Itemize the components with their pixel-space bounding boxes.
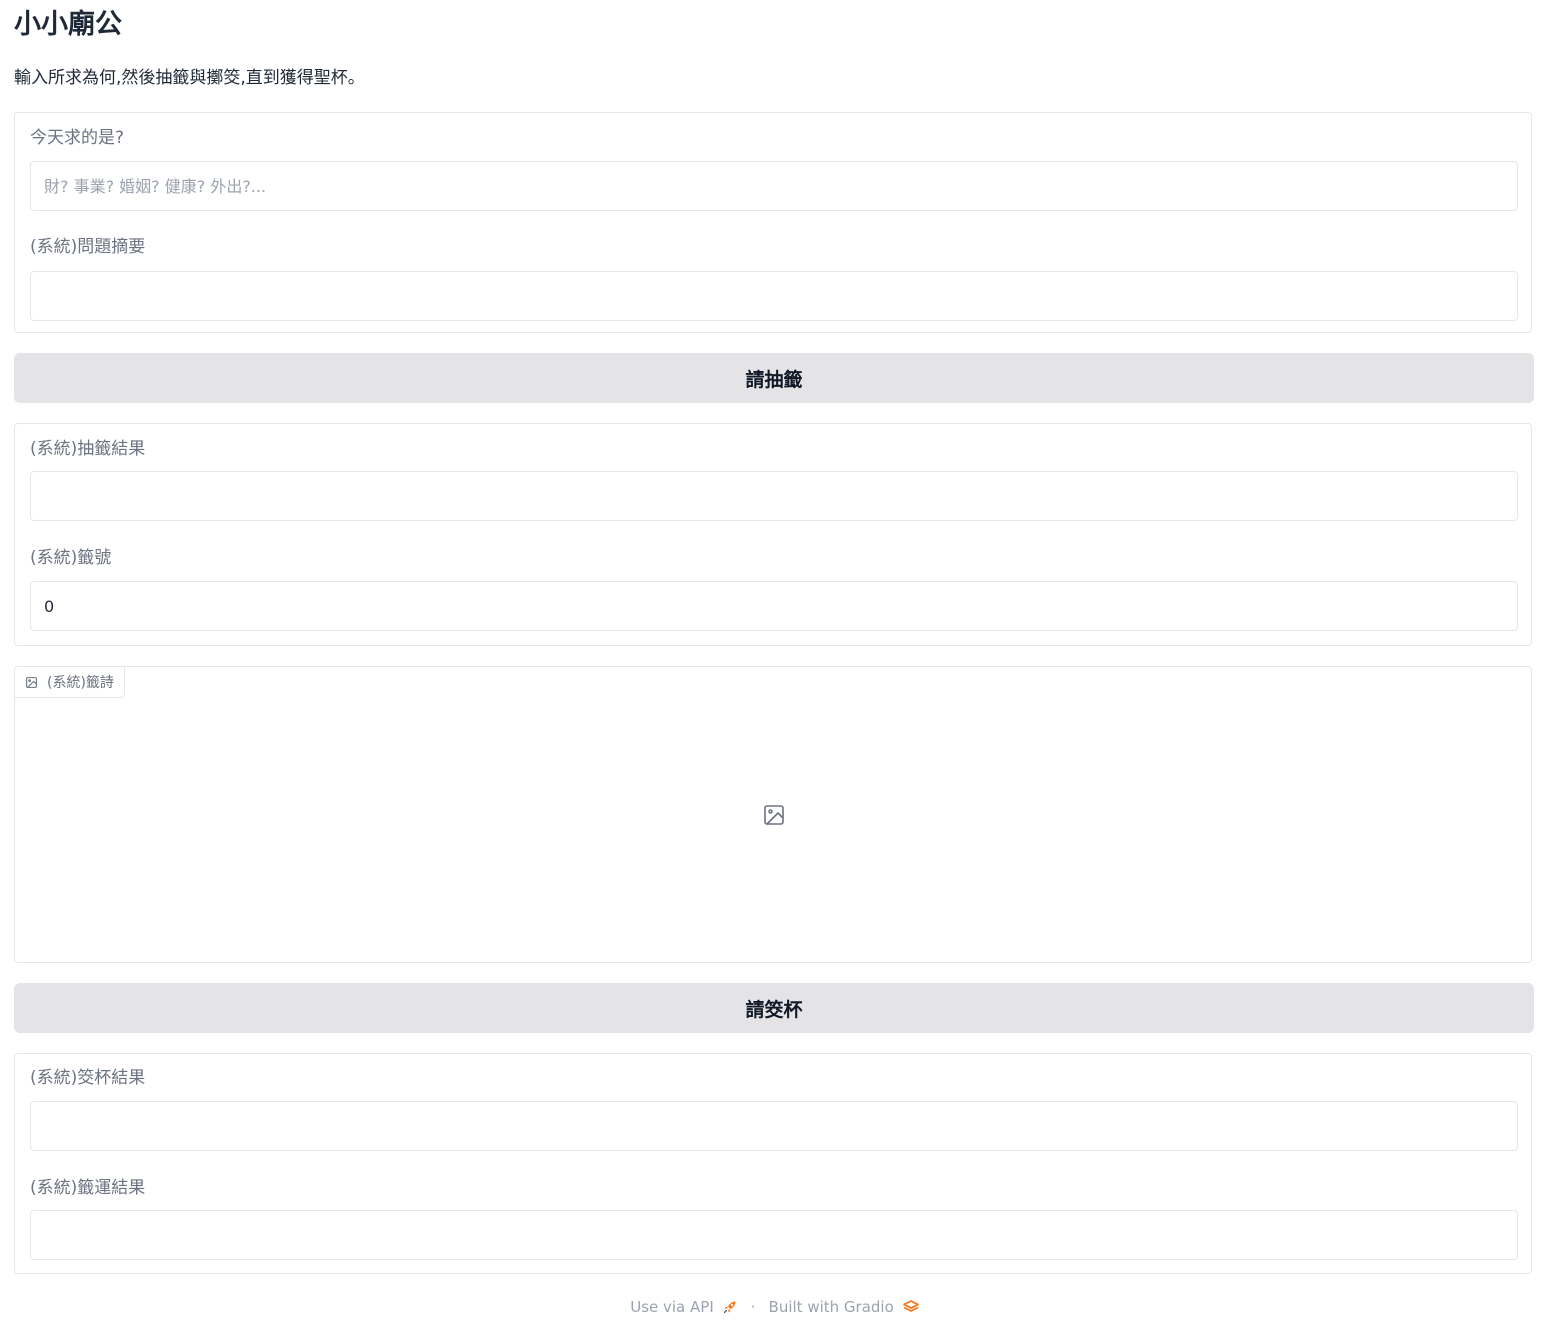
- question-input[interactable]: [30, 161, 1518, 211]
- question-panel: 今天求的是? (系統)問題摘要: [14, 112, 1532, 333]
- summary-field[interactable]: [30, 271, 1518, 321]
- draw-result-panel: (系統)抽籤結果 (系統)籤號: [14, 423, 1532, 646]
- poem-image-label: (系統)籤詩: [47, 675, 114, 691]
- page-description: 輸入所求為何,然後抽籤與擲筊,直到獲得聖杯。: [14, 68, 365, 88]
- draw-result-label: (系統)抽籤結果: [30, 439, 146, 459]
- rocket-icon: [723, 1301, 736, 1314]
- cast-result-field[interactable]: [30, 1101, 1518, 1151]
- footer-separator: ·: [750, 1298, 756, 1316]
- cast-result-label: (系統)筊杯結果: [30, 1068, 146, 1088]
- image-placeholder-icon: [764, 805, 784, 825]
- summary-label: (系統)問題摘要: [30, 237, 146, 257]
- image-icon: [26, 676, 37, 688]
- draw-lot-button[interactable]: 請抽籤: [14, 353, 1534, 403]
- use-api-label: Use via API: [630, 1298, 714, 1316]
- cast-cup-button[interactable]: 請筊杯: [14, 983, 1534, 1033]
- lot-number-field[interactable]: [30, 581, 1518, 631]
- fortune-result-label: (系統)籤運結果: [30, 1178, 146, 1198]
- use-api-link[interactable]: Use via API: [630, 1298, 738, 1316]
- footer: Use via API · Built with Gradio: [0, 1296, 1550, 1318]
- built-with-gradio-link[interactable]: Built with Gradio: [769, 1298, 920, 1316]
- fortune-result-field[interactable]: [30, 1210, 1518, 1260]
- gradio-logo-icon: [902, 1300, 919, 1312]
- poem-image-panel[interactable]: (系統)籤詩: [14, 666, 1532, 963]
- cast-result-panel: (系統)筊杯結果 (系統)籤運結果: [14, 1053, 1532, 1274]
- poem-image-tab: (系統)籤詩: [15, 667, 125, 698]
- draw-result-field[interactable]: [30, 471, 1518, 521]
- lot-number-label: (系統)籤號: [30, 548, 112, 568]
- built-with-label: Built with Gradio: [768, 1298, 894, 1316]
- page-title: 小小廟公: [14, 9, 122, 40]
- question-label: 今天求的是?: [30, 128, 125, 148]
